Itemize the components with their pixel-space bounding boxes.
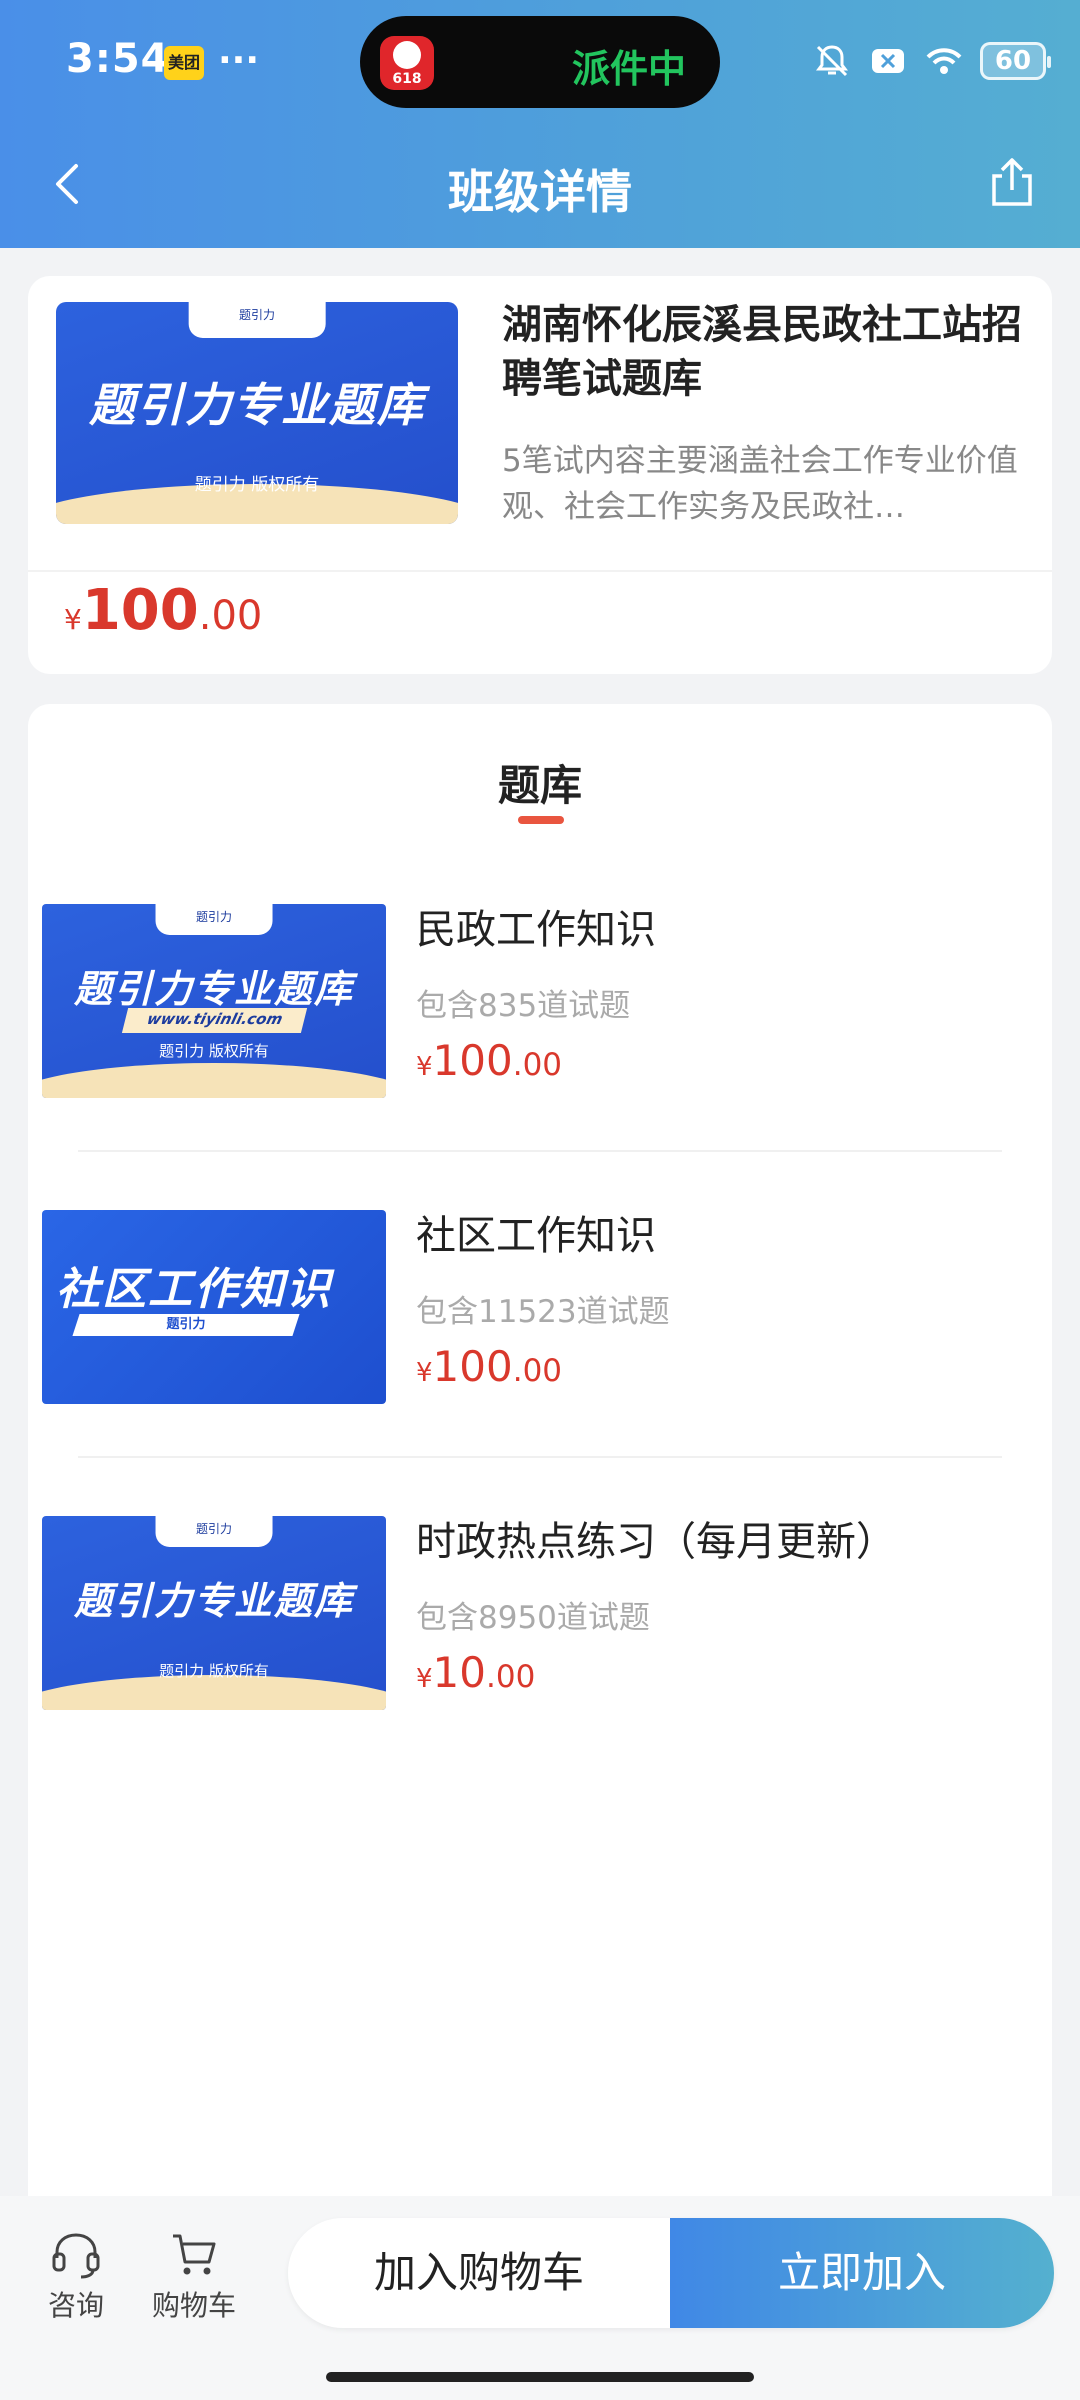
item-title: 民政工作知识 bbox=[416, 907, 656, 953]
cover-subtitle: 题引力 版权所有 bbox=[159, 1042, 269, 1060]
status-icons: 60 bbox=[812, 38, 1051, 84]
cover-title: 题引力专业题库 bbox=[73, 1579, 354, 1624]
price-integer: 100 bbox=[432, 1342, 513, 1391]
price-integer: 100 bbox=[432, 1036, 513, 1085]
dynamic-island[interactable]: 618 派件中 bbox=[360, 16, 720, 108]
price-decimal: .00 bbox=[512, 1047, 563, 1083]
question-bank-item[interactable]: 社区工作知识 题引力 社区工作知识 包含11523道试题 ¥100.00 bbox=[40, 1210, 1000, 1410]
status-bar: 3:54 美团 ··· 618 派件中 60 bbox=[0, 0, 1080, 120]
meituan-icon: 美团 bbox=[164, 46, 204, 80]
price-integer: 10 bbox=[432, 1648, 486, 1697]
cart-icon bbox=[173, 2234, 216, 2275]
wifi-icon bbox=[926, 48, 962, 74]
price-decimal: .00 bbox=[198, 593, 263, 639]
page-title: 班级详情 bbox=[448, 165, 632, 219]
class-price: ¥100.00 bbox=[64, 578, 262, 643]
cover-url: www.tiyinli.com bbox=[121, 1008, 307, 1034]
currency-symbol: ¥ bbox=[416, 1358, 433, 1388]
divider bbox=[28, 570, 1052, 572]
app-logo-icon bbox=[393, 41, 421, 69]
bottom-action-bar: 咨询 购物车 加入购物车 立即加入 bbox=[0, 2196, 1080, 2400]
price-decimal: .00 bbox=[486, 1659, 536, 1695]
consult-button[interactable]: 咨询 bbox=[26, 2230, 126, 2324]
price-decimal: .00 bbox=[512, 1353, 563, 1389]
item-cover-image: 题引力 题引力专业题库 题引力 版权所有 bbox=[42, 1516, 386, 1710]
class-description: 5笔试内容主要涵盖社会工作专业价值观、社会工作实务及民政社… bbox=[502, 443, 1018, 525]
cover-title: 题引力专业题库 bbox=[89, 377, 425, 432]
purchase-button-group: 加入购物车 立即加入 bbox=[288, 2218, 1054, 2328]
currency-symbol: ¥ bbox=[416, 1052, 433, 1082]
active-tab-indicator bbox=[518, 816, 564, 824]
item-cover-image: 题引力 题引力专业题库 www.tiyinli.com 题引力 版权所有 bbox=[42, 904, 386, 1098]
item-price: ¥10.00 bbox=[416, 1648, 535, 1697]
item-question-count: 包含11523道试题 bbox=[416, 1294, 670, 1330]
cover-subtitle: 题引力 版权所有 bbox=[194, 475, 320, 495]
cover-brand-tag: 题引力 bbox=[155, 1516, 273, 1548]
headset-icon bbox=[52, 2233, 100, 2279]
cover-subtitle: 题引力 版权所有 bbox=[159, 1662, 269, 1680]
cover-title: 题引力专业题库 bbox=[73, 967, 354, 1012]
item-cover-image: 社区工作知识 题引力 bbox=[42, 1210, 386, 1404]
cover-wave-decoration bbox=[42, 1063, 386, 1098]
item-question-count: 包含835道试题 bbox=[416, 988, 631, 1024]
more-notifications-icon: ··· bbox=[218, 40, 260, 81]
item-title: 社区工作知识 bbox=[416, 1213, 656, 1259]
cover-brand-tag: 题引力 bbox=[188, 302, 326, 338]
join-now-button[interactable]: 立即加入 bbox=[670, 2218, 1054, 2328]
status-time: 3:54 bbox=[66, 36, 170, 82]
cover-brand-tag: 题引力 bbox=[155, 904, 273, 936]
battery-icon: 60 bbox=[980, 42, 1051, 80]
consult-label: 咨询 bbox=[47, 2289, 104, 2322]
shopping-cart-button[interactable]: 购物车 bbox=[144, 2230, 244, 2324]
tab-question-bank[interactable]: 题库 bbox=[28, 752, 1052, 813]
class-title: 湖南怀化辰溪县民政社工站招聘笔试题库 bbox=[502, 302, 1022, 402]
question-bank-item[interactable]: 题引力 题引力专业题库 www.tiyinli.com 题引力 版权所有 民政工… bbox=[40, 904, 1000, 1104]
island-status-text: 派件中 bbox=[571, 47, 686, 91]
item-question-count: 包含8950道试题 bbox=[416, 1600, 650, 1636]
list-divider bbox=[78, 1150, 1002, 1152]
class-cover-image: 题引力 题引力专业题库 题引力 版权所有 bbox=[56, 302, 458, 524]
item-price: ¥100.00 bbox=[416, 1342, 562, 1391]
cart-label: 购物车 bbox=[151, 2289, 236, 2322]
question-bank-item[interactable]: 题引力 题引力专业题库 题引力 版权所有 时政热点练习（每月更新） 包含8950… bbox=[40, 1516, 1000, 1716]
item-price: ¥100.00 bbox=[416, 1036, 562, 1085]
mute-bell-icon bbox=[816, 45, 848, 77]
signal-off-icon bbox=[872, 49, 904, 73]
currency-symbol: ¥ bbox=[416, 1664, 433, 1694]
class-info-card: 题引力 题引力专业题库 题引力 版权所有 湖南怀化辰溪县民政社工站招聘笔试题库 … bbox=[28, 276, 1052, 674]
item-title: 时政热点练习（每月更新） bbox=[416, 1519, 896, 1565]
add-to-cart-button[interactable]: 加入购物车 bbox=[288, 2218, 670, 2328]
home-indicator[interactable] bbox=[326, 2372, 754, 2382]
cover-subtitle: 题引力 bbox=[166, 1317, 206, 1332]
nav-bar: 班级详情 bbox=[0, 130, 1080, 240]
cover-title: 社区工作知识 bbox=[56, 1263, 332, 1315]
list-divider bbox=[78, 1456, 1002, 1458]
currency-symbol: ¥ bbox=[64, 603, 82, 636]
share-icon[interactable] bbox=[982, 152, 1042, 212]
price-integer: 100 bbox=[81, 578, 199, 643]
